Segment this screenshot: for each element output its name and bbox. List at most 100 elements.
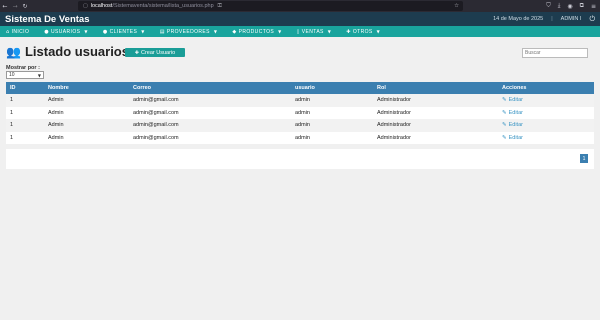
column-header-id: ID: [6, 82, 44, 94]
edit-label: Editar: [508, 122, 523, 129]
address-bar[interactable]: ▢ localhost /Sistemaventa/sistema/lista_…: [78, 1, 463, 11]
column-header-actions: Acciones: [498, 82, 594, 94]
search-input[interactable]: [522, 48, 588, 58]
user-plus-icon: ✚: [134, 49, 139, 56]
edit-label: Editar: [508, 134, 523, 141]
browser-toolbar: ← → ↻ ▢ localhost /Sistemaventa/sistema/…: [0, 0, 600, 12]
url-host: localhost: [90, 3, 113, 9]
nav-item-ventas[interactable]: ▯ VENTAS ▼: [297, 29, 332, 35]
current-date: 14 de Mayo de 2025: [493, 16, 544, 22]
menu-icon[interactable]: ≡: [591, 3, 596, 10]
nav-item-clientes[interactable]: ● CLIENTES ▼: [103, 29, 145, 35]
cell-name: Admin: [44, 94, 129, 107]
pagination-panel: 1: [6, 149, 594, 169]
cell-user: admin: [291, 119, 373, 132]
edit-icon: ✎: [502, 109, 507, 116]
page-size-select[interactable]: 10 ▼: [6, 71, 44, 79]
cell-role: Administrador: [373, 94, 498, 107]
caret-down-icon: ▼: [278, 29, 282, 34]
back-arrow-icon[interactable]: ←: [0, 3, 10, 10]
cell-user: admin: [291, 94, 373, 107]
header-separator: |: [551, 16, 553, 22]
table-row: 1 Admin admin@gmail.com admin Administra…: [6, 119, 594, 132]
cell-name: Admin: [44, 119, 129, 132]
cell-id: 1: [6, 131, 44, 144]
cell-id: 1: [6, 106, 44, 119]
column-header-name: Nombre: [44, 82, 129, 94]
edit-icon: ✎: [502, 97, 507, 104]
edit-label: Editar: [508, 97, 523, 104]
cell-id: 1: [6, 119, 44, 132]
caret-down-icon: ▼: [84, 29, 88, 34]
cell-email: admin@gmail.com: [129, 94, 291, 107]
users-icon: 👥: [6, 44, 21, 59]
edit-link[interactable]: ✎ Editar: [498, 94, 594, 107]
url-path: /Sistemaventa/sistema/lista_usuarios.php: [112, 3, 214, 9]
nav-item-usuarios[interactable]: ● USUARIOS ▼: [44, 29, 88, 35]
forward-arrow-icon[interactable]: →: [10, 3, 20, 10]
cell-name: Admin: [44, 106, 129, 119]
cell-role: Administrador: [373, 106, 498, 119]
cell-user: admin: [291, 131, 373, 144]
plus-icon: ✚: [346, 28, 351, 35]
user-name: ADMIN I: [561, 16, 582, 22]
caret-down-icon: ▼: [327, 29, 332, 34]
nav-item-label: VENTAS: [301, 28, 324, 35]
user-name-text: ADMIN: [560, 16, 580, 22]
edit-link[interactable]: ✎ Editar: [498, 119, 594, 132]
page-button-1[interactable]: 1: [580, 154, 588, 163]
cell-user: admin: [291, 106, 373, 119]
app-title: Sistema De Ventas: [5, 13, 90, 25]
cell-id: 1: [6, 94, 44, 107]
cell-email: admin@gmail.com: [129, 131, 291, 144]
building-icon: ▤: [159, 28, 165, 35]
translate-icon[interactable]: ⚿: [218, 3, 222, 10]
cell-email: admin@gmail.com: [129, 106, 291, 119]
create-user-button[interactable]: ✚ Crear Usuario: [125, 48, 185, 57]
column-header-user: usuario: [291, 82, 373, 94]
page-info-icon[interactable]: ▢: [83, 3, 88, 9]
page-size-value: 10: [9, 72, 15, 78]
edit-label: Editar: [508, 109, 523, 116]
column-header-email: Correo: [129, 82, 291, 94]
file-icon: ▯: [296, 28, 300, 35]
home-icon: ⌂: [6, 28, 10, 35]
nav-item-label: USUARIOS: [51, 28, 81, 35]
nav-item-label: PRODUCTOS: [238, 28, 275, 35]
edit-link[interactable]: ✎ Editar: [498, 131, 594, 144]
nav-item-label: PROVEEDORES: [166, 28, 210, 35]
reload-icon[interactable]: ↻: [20, 3, 30, 10]
table-header-row: ID Nombre Correo usuario Rol Acciones: [6, 82, 594, 94]
nav-item-label: OTROS: [352, 28, 373, 35]
users-table: ID Nombre Correo usuario Rol Acciones 1 …: [6, 82, 594, 144]
column-header-role: Rol: [373, 82, 498, 94]
pocket-icon[interactable]: ⛉: [546, 2, 551, 10]
extensions-icon[interactable]: ⧉: [580, 2, 584, 10]
page-heading: 👥 Listado usuarios: [6, 44, 129, 59]
download-icon[interactable]: ⤓: [558, 2, 561, 10]
create-user-label: Crear Usuario: [140, 49, 176, 56]
caret-down-icon: ▼: [213, 29, 218, 34]
nav-item-otros[interactable]: ✚ OTROS ▼: [346, 29, 380, 35]
users-icon: ●: [102, 28, 108, 35]
edit-icon: ✎: [502, 122, 507, 129]
cell-role: Administrador: [373, 119, 498, 132]
cell-role: Administrador: [373, 131, 498, 144]
power-icon[interactable]: ⏻: [589, 15, 595, 24]
table-row: 1 Admin admin@gmail.com admin Administra…: [6, 131, 594, 144]
edit-link[interactable]: ✎ Editar: [498, 106, 594, 119]
caret-down-icon: ▼: [141, 29, 145, 34]
nav-item-productos[interactable]: ◆ PRODUCTOS ▼: [232, 29, 281, 35]
cell-name: Admin: [44, 131, 129, 144]
nav-item-proveedores[interactable]: ▤ PROVEEDORES ▼: [160, 29, 218, 35]
user-badge: I: [579, 16, 582, 22]
chevron-down-icon: ▼: [37, 72, 41, 78]
table-row: 1 Admin admin@gmail.com admin Administra…: [6, 106, 594, 119]
page-title: Listado usuarios: [24, 44, 129, 59]
nav-item-label: INICIO: [11, 28, 30, 35]
nav-item-label: CLIENTES: [109, 28, 138, 35]
account-icon[interactable]: ◉: [567, 3, 572, 10]
cubes-icon: ◆: [232, 28, 237, 35]
bookmark-star-icon[interactable]: ☆: [454, 3, 459, 9]
nav-item-inicio[interactable]: ⌂ INICIO: [6, 29, 29, 35]
